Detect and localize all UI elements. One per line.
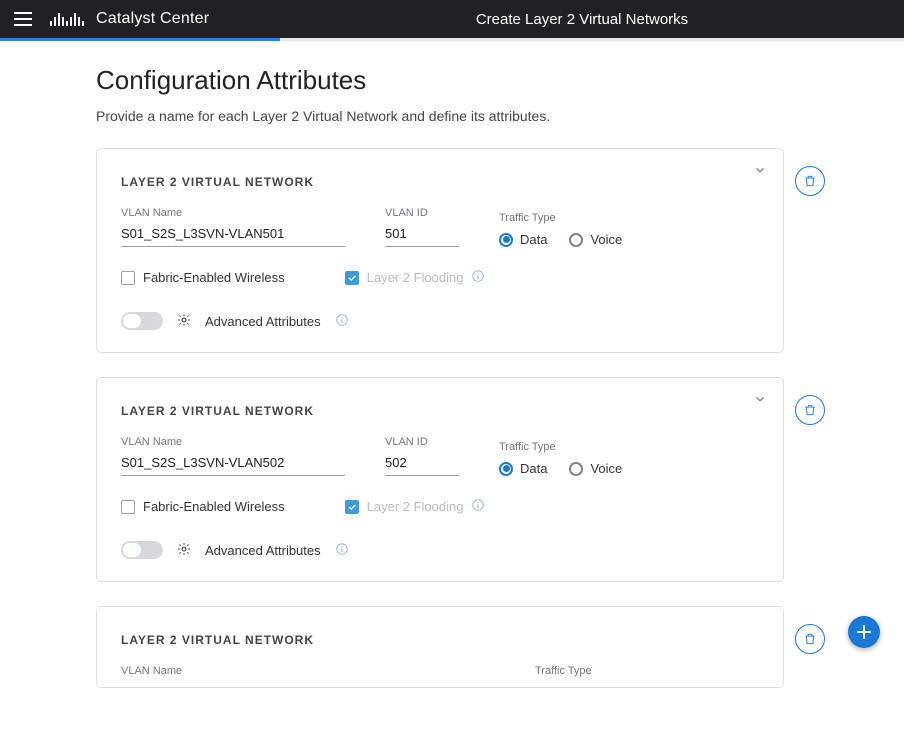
delete-network-button[interactable] <box>795 624 825 654</box>
l2-flooding-label: Layer 2 Flooding <box>367 499 464 514</box>
traffic-data-radio[interactable]: Data <box>499 461 547 476</box>
trash-icon <box>803 174 817 188</box>
field-row: VLAN Name VLAN ID Traffic Type Data <box>121 207 759 247</box>
brand-name: Catalyst Center <box>96 10 209 28</box>
l2-flooding-label: Layer 2 Flooding <box>367 270 464 285</box>
info-icon[interactable] <box>471 498 485 515</box>
fabric-wireless-label: Fabric-Enabled Wireless <box>143 270 285 285</box>
vlan-name-label: VLAN Name <box>121 665 345 677</box>
traffic-type-group: Traffic Type <box>535 665 695 681</box>
traffic-type-group: Traffic Type Data Voice <box>499 212 659 247</box>
network-card: LAYER 2 VIRTUAL NETWORK VLAN Name VLAN I… <box>96 148 784 353</box>
trash-icon <box>803 403 817 417</box>
network-card: LAYER 2 VIRTUAL NETWORK VLAN Name VLAN I… <box>96 377 784 582</box>
page-subtitle: Provide a name for each Layer 2 Virtual … <box>96 108 904 124</box>
traffic-voice-label: Voice <box>590 461 622 476</box>
plus-icon <box>856 624 872 640</box>
vlan-name-label: VLAN Name <box>121 207 345 219</box>
network-row: LAYER 2 VIRTUAL NETWORK VLAN Name Traffi… <box>96 606 904 688</box>
section-label: LAYER 2 VIRTUAL NETWORK <box>121 175 759 189</box>
trash-icon <box>803 632 817 646</box>
chevron-down-icon[interactable] <box>753 392 767 409</box>
cisco-logo-icon <box>50 12 84 26</box>
page-header-title: Create Layer 2 Virtual Networks <box>476 11 688 28</box>
advanced-row: Advanced Attributes <box>121 312 759 330</box>
gear-icon <box>177 313 191 330</box>
vlan-name-label: VLAN Name <box>121 436 345 448</box>
field-row: VLAN Name VLAN ID Traffic Type Data <box>121 436 759 476</box>
options-row: Fabric-Enabled Wireless Layer 2 Flooding <box>121 498 759 515</box>
network-card: LAYER 2 VIRTUAL NETWORK VLAN Name Traffi… <box>96 606 784 688</box>
info-icon[interactable] <box>335 542 349 559</box>
advanced-label: Advanced Attributes <box>205 543 321 558</box>
menu-icon[interactable] <box>14 12 32 26</box>
vlan-id-input[interactable] <box>385 223 459 247</box>
traffic-data-radio[interactable]: Data <box>499 232 547 247</box>
vlan-name-input[interactable] <box>121 223 345 247</box>
network-row: LAYER 2 VIRTUAL NETWORK VLAN Name VLAN I… <box>96 148 904 353</box>
options-row: Fabric-Enabled Wireless Layer 2 Flooding <box>121 269 759 286</box>
advanced-toggle[interactable] <box>121 541 163 559</box>
traffic-type-label: Traffic Type <box>499 212 659 224</box>
info-icon[interactable] <box>471 269 485 286</box>
delete-network-button[interactable] <box>795 395 825 425</box>
traffic-data-label: Data <box>520 232 547 247</box>
delete-network-button[interactable] <box>795 166 825 196</box>
traffic-type-label: Traffic Type <box>499 441 659 453</box>
traffic-voice-radio[interactable]: Voice <box>569 461 622 476</box>
vlan-id-field: VLAN ID <box>385 436 459 476</box>
vlan-id-label: VLAN ID <box>385 207 459 219</box>
page-content: Configuration Attributes Provide a name … <box>0 41 904 752</box>
traffic-data-label: Data <box>520 461 547 476</box>
fabric-wireless-checkbox[interactable]: Fabric-Enabled Wireless <box>121 270 285 285</box>
l2-flooding-checkbox[interactable]: Layer 2 Flooding <box>345 269 486 286</box>
vlan-name-field: VLAN Name <box>121 665 345 681</box>
vlan-name-input[interactable] <box>121 452 345 476</box>
page-title: Configuration Attributes <box>96 65 904 96</box>
vlan-id-input[interactable] <box>385 452 459 476</box>
traffic-voice-radio[interactable]: Voice <box>569 232 622 247</box>
l2-flooding-checkbox[interactable]: Layer 2 Flooding <box>345 498 486 515</box>
app-header: Catalyst Center Create Layer 2 Virtual N… <box>0 0 904 38</box>
vlan-name-field: VLAN Name <box>121 207 345 247</box>
add-network-button[interactable] <box>848 616 880 648</box>
vlan-name-field: VLAN Name <box>121 436 345 476</box>
advanced-label: Advanced Attributes <box>205 314 321 329</box>
fabric-wireless-checkbox[interactable]: Fabric-Enabled Wireless <box>121 499 285 514</box>
advanced-row: Advanced Attributes <box>121 541 759 559</box>
traffic-voice-label: Voice <box>590 232 622 247</box>
gear-icon <box>177 542 191 559</box>
section-label: LAYER 2 VIRTUAL NETWORK <box>121 404 759 418</box>
traffic-type-group: Traffic Type Data Voice <box>499 441 659 476</box>
vlan-id-label: VLAN ID <box>385 436 459 448</box>
section-label: LAYER 2 VIRTUAL NETWORK <box>121 633 759 647</box>
vlan-id-field: VLAN ID <box>385 207 459 247</box>
info-icon[interactable] <box>335 313 349 330</box>
advanced-toggle[interactable] <box>121 312 163 330</box>
network-row: LAYER 2 VIRTUAL NETWORK VLAN Name VLAN I… <box>96 377 904 582</box>
traffic-type-label: Traffic Type <box>535 665 695 677</box>
chevron-down-icon[interactable] <box>753 163 767 180</box>
fabric-wireless-label: Fabric-Enabled Wireless <box>143 499 285 514</box>
